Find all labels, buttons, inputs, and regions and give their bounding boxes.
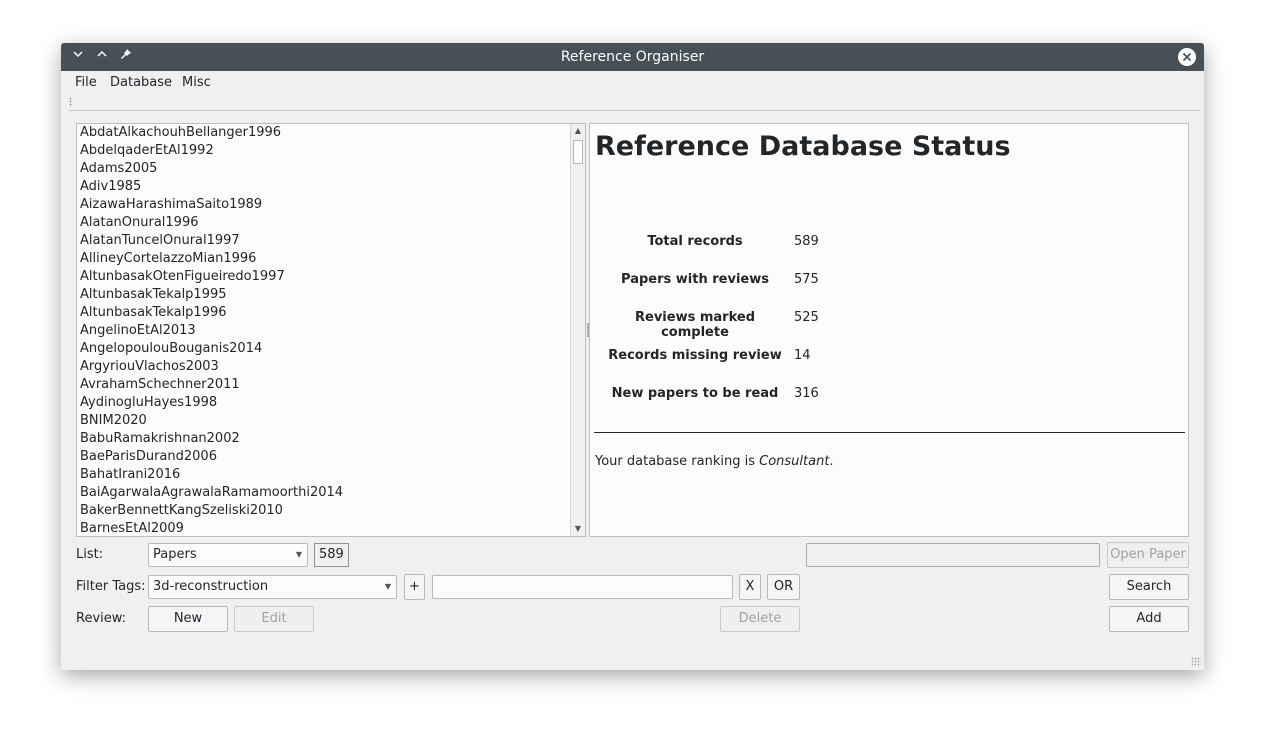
list-item[interactable]: AltunbasakOtenFigueiredo1997 xyxy=(77,268,571,286)
stat-value-total: 589 xyxy=(794,234,819,249)
add-button[interactable]: Add xyxy=(1109,606,1189,632)
ranking-value: Consultant xyxy=(759,454,830,469)
delete-button[interactable]: Delete xyxy=(720,606,800,632)
status-panel: Reference Database Status Total records … xyxy=(589,123,1189,537)
or-toggle-button[interactable]: OR xyxy=(767,574,800,600)
list-select-value: Papers xyxy=(153,547,197,562)
scroll-up-icon[interactable]: ▲ xyxy=(571,124,585,138)
stat-label-total: Total records xyxy=(647,234,743,249)
stat-value-missing: 14 xyxy=(794,348,811,363)
menu-bar: File Database Misc xyxy=(61,71,1204,95)
ranking-suffix: . xyxy=(829,454,834,469)
search-button[interactable]: Search xyxy=(1109,574,1189,600)
list-item[interactable]: BaiAgarwalaAgrawalaRamamoorthi2014 xyxy=(77,484,571,502)
chevron-down-icon: ▼ xyxy=(295,550,302,559)
list-item[interactable]: AizawaHarashimaSaito1989 xyxy=(77,196,571,214)
stat-value-complete: 525 xyxy=(794,310,819,325)
filter-tags-value: 3d-reconstruction xyxy=(153,579,269,594)
main-window: Reference Organiser File Database Misc A… xyxy=(61,43,1204,670)
title-bar: Reference Organiser xyxy=(61,43,1204,71)
list-item[interactable]: AvrahamSchechner2011 xyxy=(77,376,571,394)
paper-list-panel: AbdatAlkachouhBellanger1996 AbdelqaderEtA… xyxy=(76,123,586,537)
list-item[interactable]: AngelinoEtAl2013 xyxy=(77,322,571,340)
resize-grip-icon[interactable] xyxy=(1191,657,1201,667)
status-heading: Reference Database Status xyxy=(595,131,1011,162)
scroll-thumb[interactable] xyxy=(573,140,583,164)
toolbar-grip-icon[interactable] xyxy=(69,97,72,107)
menu-misc[interactable]: Misc xyxy=(182,71,211,95)
list-item[interactable]: Adiv1985 xyxy=(77,178,571,196)
list-item[interactable]: BarnesEtAl2009 xyxy=(77,520,571,536)
filter-tags-label: Filter Tags: xyxy=(76,579,146,594)
paper-list[interactable]: AbdatAlkachouhBellanger1996 AbdelqaderEtA… xyxy=(77,124,571,536)
list-item[interactable]: AydinogluHayes1998 xyxy=(77,394,571,412)
menu-database[interactable]: Database xyxy=(110,71,172,95)
list-item[interactable]: AlatanTuncelOnural1997 xyxy=(77,232,571,250)
divider xyxy=(594,432,1185,433)
filter-tags-select[interactable]: 3d-reconstruction ▼ xyxy=(148,575,397,599)
clear-filter-button[interactable]: X xyxy=(739,574,761,600)
list-item[interactable]: BakerBennettKangSzeliski2010 xyxy=(77,502,571,520)
tag-filter-input[interactable] xyxy=(432,575,733,599)
list-item[interactable]: ArgyriouVlachos2003 xyxy=(77,358,571,376)
chevron-down-icon: ▼ xyxy=(384,582,391,591)
stat-label-complete: Reviews marked complete xyxy=(635,310,755,340)
close-icon[interactable] xyxy=(1178,48,1196,66)
list-item[interactable]: AllineyCortelazzoMian1996 xyxy=(77,250,571,268)
list-label: List: xyxy=(76,547,104,562)
stat-label-new: New papers to be read xyxy=(611,386,779,401)
list-item[interactable]: BNIM2020 xyxy=(77,412,571,430)
list-item[interactable]: AltunbasakTekalp1996 xyxy=(77,304,571,322)
list-item[interactable]: BahatIrani2016 xyxy=(77,466,571,484)
ranking-prefix: Your database ranking is xyxy=(595,454,760,469)
list-item[interactable]: AbdatAlkachouhBellanger1996 xyxy=(77,124,571,142)
add-tag-button[interactable]: + xyxy=(404,574,425,600)
stat-value-new: 316 xyxy=(794,386,819,401)
list-scrollbar[interactable]: ▲ ▼ xyxy=(570,124,585,536)
open-paper-button[interactable]: Open Paper xyxy=(1107,542,1189,568)
stat-value-reviews: 575 xyxy=(794,272,819,287)
list-item[interactable]: AbdelqaderEtAl1992 xyxy=(77,142,571,160)
stat-label-missing: Records missing review xyxy=(608,348,782,363)
list-item[interactable]: BaeParisDurand2006 xyxy=(77,448,571,466)
stat-label-reviews: Papers with reviews xyxy=(621,272,769,287)
list-item[interactable]: AlatanOnural1996 xyxy=(77,214,571,232)
toolbar xyxy=(69,95,1200,111)
ranking-text: Your database ranking is Consultant. xyxy=(595,454,834,469)
new-review-button[interactable]: New xyxy=(148,606,228,632)
open-paper-field xyxy=(806,543,1100,567)
window-title: Reference Organiser xyxy=(560,49,705,65)
list-select[interactable]: Papers ▼ xyxy=(148,543,308,567)
list-item[interactable]: AltunbasakTekalp1995 xyxy=(77,286,571,304)
edit-review-button[interactable]: Edit xyxy=(234,606,314,632)
list-count: 589 xyxy=(314,543,349,567)
review-label: Review: xyxy=(76,611,127,626)
list-item[interactable]: Adams2005 xyxy=(77,160,571,178)
list-item[interactable]: AngelopoulouBouganis2014 xyxy=(77,340,571,358)
scroll-down-icon[interactable]: ▼ xyxy=(571,522,585,536)
list-item[interactable]: BabuRamakrishnan2002 xyxy=(77,430,571,448)
menu-file[interactable]: File xyxy=(75,71,97,95)
